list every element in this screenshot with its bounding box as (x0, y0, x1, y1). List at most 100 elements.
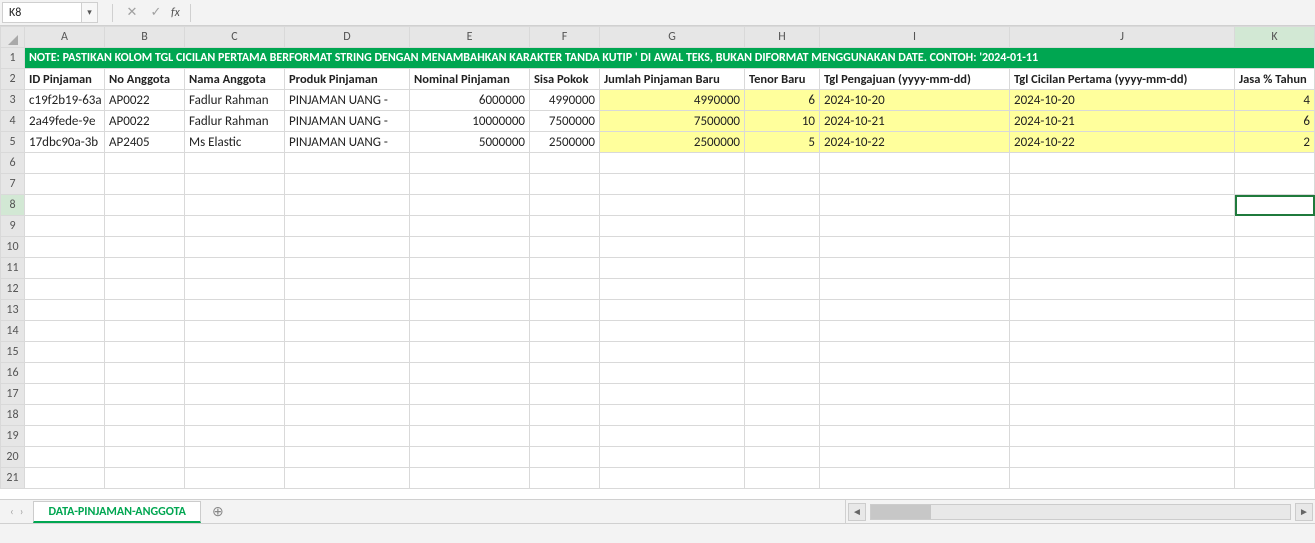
cell[interactable] (285, 321, 410, 342)
cancel-formula-button[interactable]: ✕ (123, 6, 141, 19)
cell[interactable] (600, 363, 745, 384)
field-header[interactable]: Produk Pinjaman (285, 69, 410, 90)
cell[interactable]: 2500000 (600, 132, 745, 153)
cell[interactable] (745, 426, 820, 447)
row-header-21[interactable]: 21 (1, 468, 25, 489)
cell[interactable] (600, 426, 745, 447)
cell[interactable]: 10 (745, 111, 820, 132)
cell[interactable] (25, 426, 105, 447)
row-header-3[interactable]: 3 (1, 90, 25, 111)
field-header[interactable]: Nama Anggota (185, 69, 285, 90)
name-box-dropdown-icon[interactable]: ▾ (82, 2, 98, 23)
cell[interactable] (185, 363, 285, 384)
cell[interactable] (1235, 321, 1315, 342)
cell[interactable] (185, 153, 285, 174)
cell[interactable] (1010, 342, 1235, 363)
cell[interactable] (410, 153, 530, 174)
cell[interactable]: 17dbc90a-3b (25, 132, 105, 153)
cell[interactable]: 6 (745, 90, 820, 111)
cell[interactable] (410, 468, 530, 489)
cell[interactable]: 5 (745, 132, 820, 153)
cell[interactable] (25, 174, 105, 195)
cell[interactable] (1235, 300, 1315, 321)
cell[interactable] (530, 321, 600, 342)
cell[interactable]: 2024-10-21 (820, 111, 1010, 132)
cell[interactable]: 2500000 (530, 132, 600, 153)
cell[interactable] (745, 321, 820, 342)
cell[interactable] (185, 321, 285, 342)
cell[interactable] (410, 426, 530, 447)
row-header-15[interactable]: 15 (1, 342, 25, 363)
row-header-1[interactable]: 1 (1, 48, 25, 69)
cell[interactable] (600, 384, 745, 405)
cell[interactable] (1010, 363, 1235, 384)
cell[interactable] (25, 363, 105, 384)
cell[interactable] (1010, 174, 1235, 195)
cell[interactable] (185, 468, 285, 489)
cell[interactable] (745, 174, 820, 195)
cell[interactable] (105, 237, 185, 258)
cell[interactable] (1235, 384, 1315, 405)
cell[interactable] (105, 153, 185, 174)
cell[interactable] (25, 342, 105, 363)
confirm-formula-button[interactable]: ✓ (147, 6, 165, 19)
cell[interactable] (1010, 279, 1235, 300)
cell[interactable] (530, 384, 600, 405)
cell[interactable] (745, 300, 820, 321)
cell[interactable] (410, 195, 530, 216)
cell[interactable] (745, 447, 820, 468)
cell[interactable] (1235, 216, 1315, 237)
cell[interactable]: 4 (1235, 90, 1315, 111)
cell[interactable]: AP2405 (105, 132, 185, 153)
cell[interactable] (1010, 237, 1235, 258)
cell[interactable] (820, 237, 1010, 258)
cell[interactable] (820, 384, 1010, 405)
cell[interactable] (530, 153, 600, 174)
cell[interactable] (1235, 426, 1315, 447)
name-box[interactable]: K8 (2, 2, 82, 23)
cell[interactable] (1235, 279, 1315, 300)
cell[interactable] (1010, 384, 1235, 405)
row-header-13[interactable]: 13 (1, 300, 25, 321)
cell[interactable] (1010, 153, 1235, 174)
cell[interactable] (25, 384, 105, 405)
cell[interactable]: 4990000 (530, 90, 600, 111)
row-header-18[interactable]: 18 (1, 405, 25, 426)
cell[interactable] (410, 300, 530, 321)
cell[interactable] (105, 384, 185, 405)
cell[interactable] (25, 237, 105, 258)
cell[interactable] (820, 321, 1010, 342)
row-header-12[interactable]: 12 (1, 279, 25, 300)
cell[interactable] (285, 384, 410, 405)
cell[interactable] (1235, 468, 1315, 489)
cell[interactable] (745, 237, 820, 258)
cell[interactable] (820, 426, 1010, 447)
cell[interactable] (530, 279, 600, 300)
cell[interactable] (25, 468, 105, 489)
column-header-B[interactable]: B (105, 27, 185, 48)
cell[interactable] (820, 258, 1010, 279)
cell[interactable] (105, 363, 185, 384)
cell[interactable] (745, 342, 820, 363)
cell[interactable] (600, 195, 745, 216)
row-header-16[interactable]: 16 (1, 363, 25, 384)
cell[interactable] (285, 258, 410, 279)
row-header-9[interactable]: 9 (1, 216, 25, 237)
column-header-F[interactable]: F (530, 27, 600, 48)
cell[interactable] (600, 237, 745, 258)
cell[interactable] (1010, 405, 1235, 426)
cell[interactable] (600, 321, 745, 342)
cell[interactable] (285, 153, 410, 174)
cell[interactable] (185, 426, 285, 447)
cell[interactable] (1235, 153, 1315, 174)
cell[interactable] (285, 447, 410, 468)
cell[interactable] (185, 447, 285, 468)
cell[interactable] (745, 468, 820, 489)
cell[interactable] (530, 405, 600, 426)
cell[interactable] (530, 426, 600, 447)
cell[interactable] (285, 174, 410, 195)
cell[interactable] (410, 405, 530, 426)
cell[interactable] (1010, 426, 1235, 447)
cell[interactable] (745, 195, 820, 216)
cell[interactable]: 10000000 (410, 111, 530, 132)
